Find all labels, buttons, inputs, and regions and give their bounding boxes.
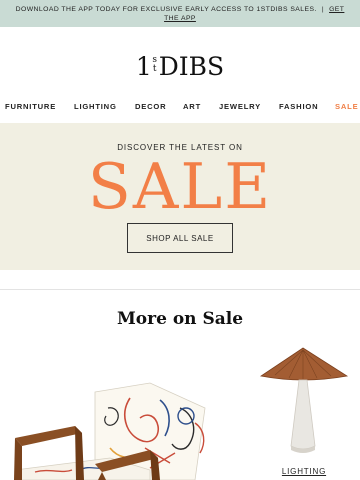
nav-furniture[interactable]: FURNITURE: [5, 102, 56, 111]
lamp-product-image[interactable]: [255, 346, 351, 458]
nav-sale[interactable]: SALE: [335, 102, 358, 111]
main-nav: FURNITURE LIGHTING DECOR ART JEWELRY FAS…: [0, 102, 360, 114]
nav-decor[interactable]: DECOR: [135, 102, 166, 111]
nav-lighting[interactable]: LIGHTING: [74, 102, 117, 111]
site-logo[interactable]: 1stDIBS: [0, 52, 360, 82]
logo-word: DIBS: [158, 52, 225, 81]
promo-bar: DOWNLOAD THE APP TODAY FOR EXCLUSIVE EAR…: [0, 0, 360, 27]
promo-text: DOWNLOAD THE APP TODAY FOR EXCLUSIVE EAR…: [8, 5, 352, 23]
logo-superscript: st: [152, 55, 158, 74]
nav-fashion[interactable]: FASHION: [279, 102, 318, 111]
section-divider: [0, 289, 360, 290]
nav-jewelry[interactable]: JEWELRY: [219, 102, 261, 111]
shop-all-sale-button[interactable]: SHOP ALL SALE: [127, 223, 233, 253]
promo-message: DOWNLOAD THE APP TODAY FOR EXCLUSIVE EAR…: [15, 6, 317, 13]
lighting-product-link[interactable]: LIGHTING: [270, 467, 338, 476]
promo-separator: |: [321, 6, 325, 13]
hero-title: SALE: [87, 150, 273, 223]
nav-art[interactable]: ART: [183, 102, 201, 111]
logo-number: 1: [135, 52, 152, 81]
armchair-product-image[interactable]: [0, 378, 230, 480]
section-title: More on Sale: [116, 309, 244, 329]
